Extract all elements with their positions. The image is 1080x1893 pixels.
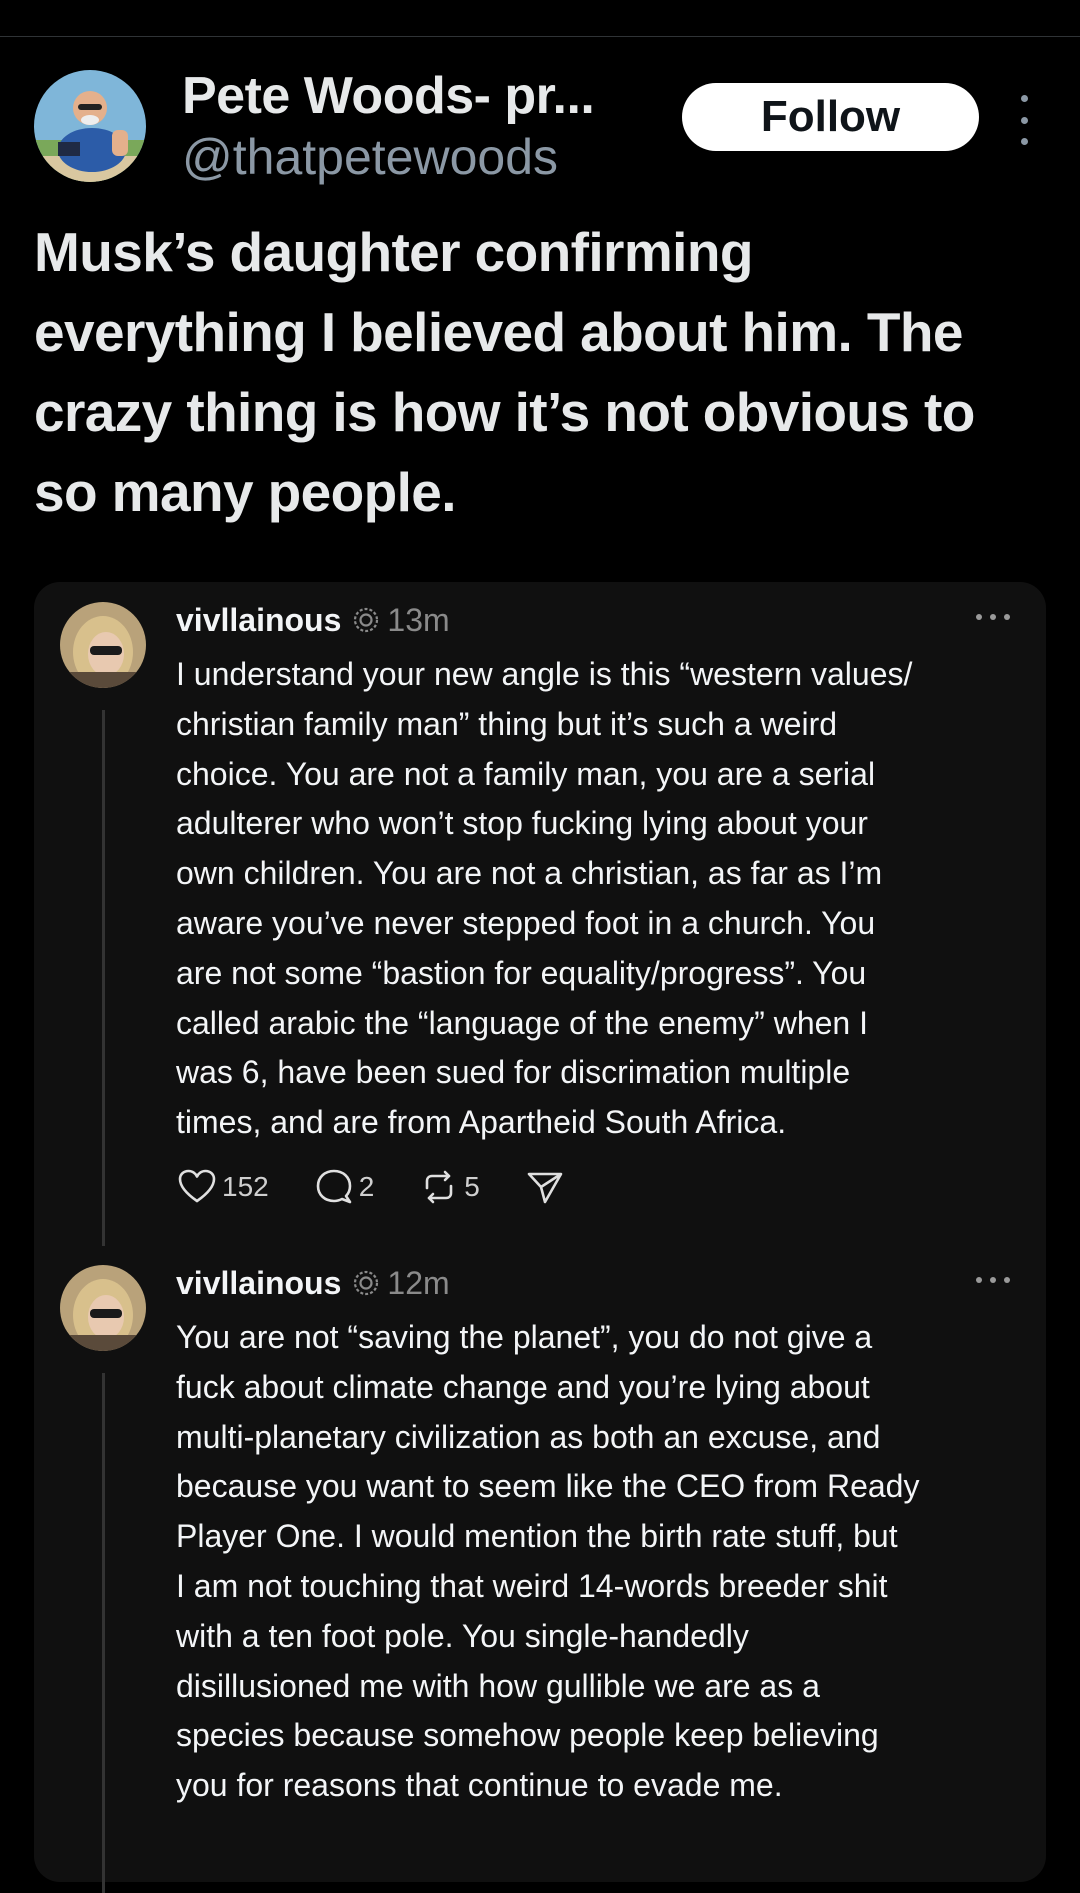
repost-icon <box>425 1170 453 1204</box>
post-actions: 152 2 5 <box>176 1162 610 1212</box>
tweet-text: Musk’s daughter confirming everything I … <box>34 212 1054 532</box>
more-vertical-icon[interactable] <box>1012 95 1036 145</box>
post-line: choice. You are not a family man, you ar… <box>176 755 876 792</box>
repost-count: 5 <box>464 1171 480 1202</box>
thread-post: vivllainous 13m I understand your new an… <box>34 582 1046 1246</box>
reply-button[interactable]: 2 <box>313 1166 375 1208</box>
thread-post: vivllainous 12m You are not “saving the … <box>34 1245 1046 1893</box>
thread-connector-line <box>102 1373 105 1893</box>
author-avatar[interactable] <box>34 70 146 182</box>
post-line: christian family man” thing but it’s suc… <box>176 705 838 742</box>
like-button[interactable]: 152 <box>176 1166 269 1208</box>
post-line: times, and are from Apartheid South Afri… <box>176 1104 787 1141</box>
threads-badge-icon <box>354 1270 379 1296</box>
post-header: vivllainous 13m <box>176 596 450 644</box>
author-handle[interactable]: @thatpetewoods <box>182 128 558 186</box>
author-name[interactable]: Pete Woods- pr... <box>182 66 595 126</box>
tweet-text-line: so many people. <box>34 461 457 523</box>
post-line: are not some “bastion for equality/progr… <box>176 954 867 991</box>
like-count: 152 <box>222 1171 269 1202</box>
reply-count: 2 <box>358 1171 375 1202</box>
share-button[interactable] <box>524 1166 566 1208</box>
post-avatar[interactable] <box>60 602 146 688</box>
heart-icon <box>178 1169 216 1203</box>
post-timestamp: 13m <box>387 601 450 638</box>
post-body: You are not “saving the planet”, you do … <box>176 1313 1036 1811</box>
post-line: you for reasons that continue to evade m… <box>176 1767 783 1804</box>
quoted-screenshot-card[interactable]: vivllainous 13m I understand your new an… <box>34 582 1046 1893</box>
post-line: with a ten foot pole. You single-handedl… <box>176 1617 749 1654</box>
post-avatar-image <box>60 1265 146 1351</box>
post-line: fuck about climate change and you’re lyi… <box>176 1368 870 1405</box>
author-avatar-image <box>34 70 146 182</box>
post-username[interactable]: vivllainous <box>176 1265 341 1302</box>
post-avatar[interactable] <box>60 1265 146 1351</box>
post-line: because you want to seem like the CEO fr… <box>176 1468 920 1505</box>
post-line: species because somehow people keep beli… <box>176 1717 879 1754</box>
post-header: vivllainous 12m <box>176 1259 450 1307</box>
top-divider <box>0 36 1080 37</box>
tweet-text-line: everything I believed about him. The <box>34 301 963 363</box>
post-body: I understand your new angle is this “wes… <box>176 650 1036 1148</box>
post-line: adulterer who won’t stop fucking lying a… <box>176 805 868 842</box>
follow-button[interactable]: Follow <box>682 83 979 151</box>
comment-icon <box>316 1169 352 1204</box>
post-timestamp: 12m <box>387 1264 450 1301</box>
more-horizontal-icon[interactable] <box>976 1277 1010 1285</box>
post-line: I understand your new angle is this “wes… <box>176 656 913 692</box>
post-line: aware you’ve never stepped foot in a chu… <box>176 904 876 941</box>
thread-connector-line <box>102 710 105 1246</box>
tweet-text-line: crazy thing is how it’s not obvious to <box>34 381 975 443</box>
tweet-text-line: Musk’s daughter confirming <box>34 221 753 283</box>
threads-badge-icon <box>354 607 379 633</box>
post-username[interactable]: vivllainous <box>176 602 341 639</box>
post-line: called arabic the “language of the enemy… <box>176 1004 868 1041</box>
post-line: was 6, have been sued for discrimation m… <box>176 1054 851 1091</box>
repost-button[interactable]: 5 <box>418 1166 480 1208</box>
tweet-header: Pete Woods- pr... @thatpetewoods Follow <box>0 60 1080 190</box>
post-line: I am not touching that weird 14-words br… <box>176 1567 888 1604</box>
post-line: You are not “saving the planet”, you do … <box>176 1319 873 1355</box>
send-icon <box>527 1172 563 1204</box>
post-line: disillusioned me with how gullible we ar… <box>176 1667 820 1704</box>
post-line: Player One. I would mention the birth ra… <box>176 1518 898 1555</box>
post-line: multi-planetary civilization as both an … <box>176 1418 881 1455</box>
more-horizontal-icon[interactable] <box>976 614 1010 622</box>
post-avatar-image <box>60 602 146 688</box>
post-line: own children. You are not a christian, a… <box>176 855 883 892</box>
